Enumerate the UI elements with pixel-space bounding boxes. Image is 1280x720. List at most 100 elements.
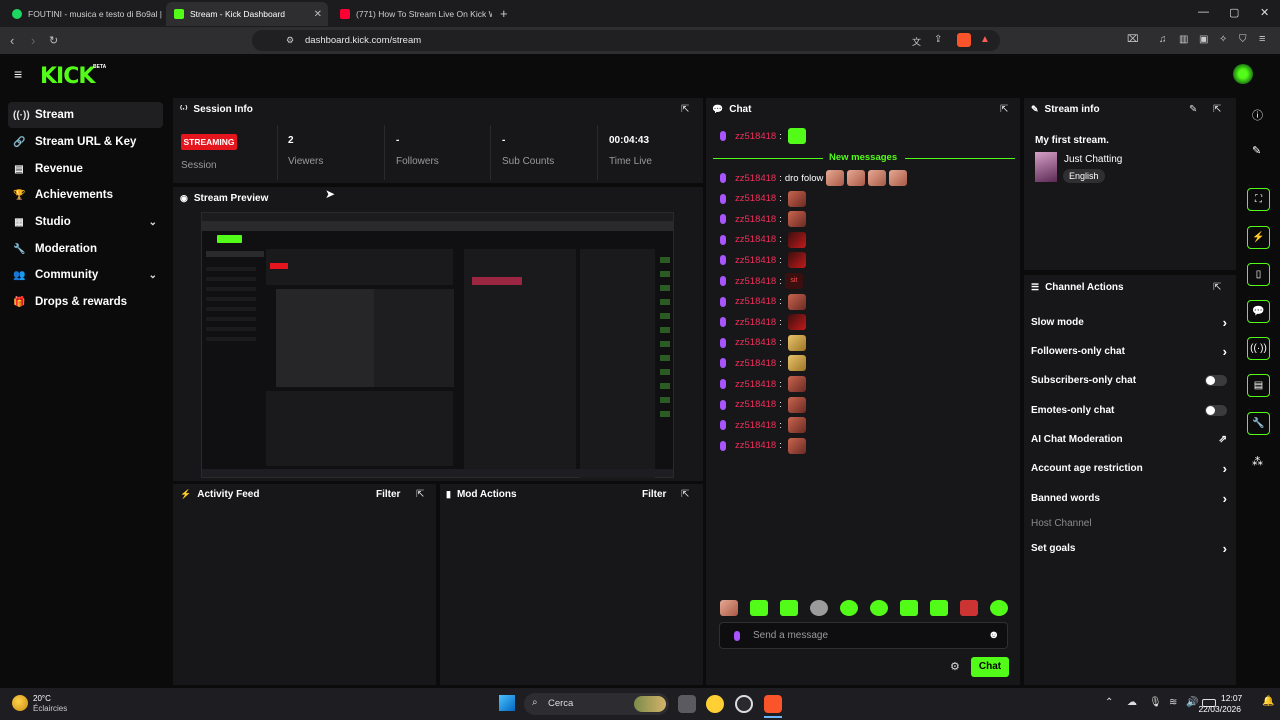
activity-filter-button[interactable]: Filter bbox=[376, 489, 400, 500]
chat-message[interactable]: zz518418: bbox=[720, 210, 806, 228]
screenshot-icon[interactable]: ⌧ bbox=[1127, 34, 1139, 45]
lightning-icon[interactable]: ⚡ bbox=[1247, 226, 1270, 249]
mic-icon[interactable]: 🎙 bbox=[1149, 697, 1162, 708]
ai-moderation-row[interactable]: AI Chat Moderation ⇗ bbox=[1031, 430, 1227, 448]
banned-words-row[interactable]: Banned words › bbox=[1031, 489, 1227, 507]
app-icon[interactable] bbox=[706, 695, 724, 713]
screen-capture-icon[interactable]: ⛶ bbox=[1247, 188, 1270, 211]
subscribers-only-toggle[interactable] bbox=[1205, 374, 1227, 386]
popout-icon[interactable]: ⇱ bbox=[1213, 104, 1221, 115]
sidebar-item-studio[interactable]: ▦ Studio ⌄ bbox=[8, 209, 163, 235]
user-avatar[interactable] bbox=[1233, 64, 1253, 84]
chat-message[interactable]: zz518418: bbox=[720, 127, 806, 145]
close-tab-icon[interactable]: ✕ bbox=[314, 9, 322, 20]
chat-message[interactable]: zz518418: bbox=[720, 313, 806, 331]
wallet-icon[interactable]: ▣ bbox=[1199, 34, 1208, 45]
chat-username[interactable]: zz518418 bbox=[735, 296, 776, 307]
chat-username[interactable]: zz518418 bbox=[735, 255, 776, 266]
info-icon[interactable]: ⓘ bbox=[1252, 107, 1263, 123]
weather-icon[interactable] bbox=[12, 695, 28, 711]
clock-time[interactable]: 12:07 bbox=[1221, 693, 1242, 703]
chat-username[interactable]: zz518418 bbox=[735, 234, 776, 245]
chat-message[interactable]: zz518418: bbox=[720, 437, 806, 455]
translate-icon[interactable]: 文 bbox=[912, 35, 921, 48]
mod-filter-button[interactable]: Filter bbox=[642, 489, 666, 500]
emoji-picker-icon[interactable]: ☻ bbox=[988, 629, 1000, 641]
wifi-icon[interactable]: ≋ bbox=[1169, 697, 1177, 708]
chat-message[interactable]: zz518418: bbox=[720, 354, 806, 372]
sidebar-item-drops-rewards[interactable]: 🎁 Drops & rewards bbox=[8, 289, 163, 315]
onedrive-icon[interactable]: ☁ bbox=[1127, 697, 1137, 708]
sidebar-item-stream-url-key[interactable]: 🔗 Stream URL & Key bbox=[8, 129, 163, 155]
brave-browser-icon[interactable] bbox=[764, 695, 782, 713]
chat-send-button[interactable]: Chat bbox=[971, 657, 1009, 677]
layout-icon[interactable]: ▤ bbox=[1247, 374, 1270, 397]
close-window-icon[interactable]: ✕ bbox=[1260, 6, 1269, 19]
slow-mode-row[interactable]: Slow mode › bbox=[1031, 313, 1227, 331]
account-age-row[interactable]: Account age restriction › bbox=[1031, 459, 1227, 477]
pencil-icon[interactable]: ✎ bbox=[1189, 104, 1197, 115]
popout-icon[interactable]: ⇱ bbox=[681, 489, 689, 500]
browser-tab-active[interactable]: Stream - Kick Dashboard ✕ bbox=[166, 2, 328, 26]
sidebar-item-moderation[interactable]: 🔧 Moderation bbox=[8, 236, 163, 262]
emote-icon[interactable] bbox=[990, 600, 1008, 616]
set-goals-row[interactable]: Set goals › bbox=[1031, 539, 1227, 557]
site-info-icon[interactable]: ⚙ bbox=[286, 35, 294, 46]
browser-tab[interactable]: (771) How To Stream Live On Kick W bbox=[332, 2, 492, 26]
chat-message[interactable]: zz518418: bbox=[720, 231, 806, 249]
chat-username[interactable]: zz518418 bbox=[735, 358, 776, 369]
chat-settings-icon[interactable]: ⚙ bbox=[950, 660, 960, 673]
chat-username[interactable]: zz518418 bbox=[735, 399, 776, 410]
subscribers-only-row[interactable]: Subscribers-only chat bbox=[1031, 371, 1227, 389]
chat-bubble-icon[interactable]: 💬 bbox=[1247, 300, 1270, 323]
chat-username[interactable]: zz518418 bbox=[735, 337, 776, 348]
weather-temp[interactable]: 20°C bbox=[33, 694, 51, 703]
chat-message[interactable]: zz518418: bbox=[720, 251, 806, 269]
emote-icon[interactable] bbox=[810, 600, 828, 616]
chat-username[interactable]: zz518418 bbox=[735, 420, 776, 431]
emote-icon[interactable] bbox=[900, 600, 918, 616]
volume-icon[interactable]: 🔊 bbox=[1186, 697, 1198, 708]
emote-icon[interactable] bbox=[780, 600, 798, 616]
sidebar-item-stream[interactable]: ((·)) Stream bbox=[8, 102, 163, 128]
vpn-icon[interactable]: ⛉ bbox=[1239, 34, 1247, 45]
notification-icon[interactable]: 🔔 bbox=[1262, 696, 1274, 707]
maximize-icon[interactable]: ▢ bbox=[1229, 6, 1239, 19]
edit-icon[interactable]: ✎ bbox=[1252, 144, 1261, 157]
chat-username[interactable]: zz518418 bbox=[735, 173, 776, 184]
sidebar-item-revenue[interactable]: ▤ Revenue bbox=[8, 156, 163, 182]
new-tab-icon[interactable]: + bbox=[500, 6, 508, 21]
popout-icon[interactable]: ⇱ bbox=[681, 104, 689, 115]
wrench-icon[interactable]: 🔧 bbox=[1247, 412, 1270, 435]
emotes-only-toggle[interactable] bbox=[1205, 404, 1227, 416]
sidebar-item-achievements[interactable]: 🏆 Achievements bbox=[8, 182, 163, 208]
share-icon[interactable]: ⇪ bbox=[934, 34, 942, 45]
chat-message[interactable]: zz518418: dro folow bbox=[720, 169, 908, 187]
leo-ai-icon[interactable]: ✧ bbox=[1219, 34, 1227, 45]
forward-icon[interactable]: › bbox=[31, 33, 35, 48]
followers-only-row[interactable]: Followers-only chat › bbox=[1031, 342, 1227, 360]
chat-message[interactable]: zz518418: bbox=[720, 293, 806, 311]
back-icon[interactable]: ‹ bbox=[10, 33, 14, 48]
popout-icon[interactable]: ⇱ bbox=[1213, 282, 1221, 293]
chat-input-box[interactable]: Send a message ☻ bbox=[719, 622, 1008, 649]
emote-icon[interactable] bbox=[960, 600, 978, 616]
chat-message[interactable]: zz518418: bbox=[720, 396, 806, 414]
chat-username[interactable]: zz518418 bbox=[735, 276, 776, 287]
emote-icon[interactable] bbox=[750, 600, 768, 616]
url-field[interactable]: dashboard.kick.com/stream bbox=[252, 30, 1000, 51]
document-icon[interactable]: ▯ bbox=[1247, 263, 1270, 286]
emote-icon[interactable] bbox=[840, 600, 858, 616]
chat-username[interactable]: zz518418 bbox=[735, 440, 776, 451]
chat-username[interactable]: zz518418 bbox=[735, 214, 776, 225]
chat-message[interactable]: zz518418: sit bbox=[720, 272, 803, 290]
emotes-only-row[interactable]: Emotes-only chat bbox=[1031, 401, 1227, 419]
chat-username[interactable]: zz518418 bbox=[735, 193, 776, 204]
app-icon[interactable] bbox=[735, 695, 753, 713]
browser-tab[interactable]: FOUTINI - musica e testo di Bo9al | S bbox=[4, 2, 162, 26]
chat-message[interactable]: zz518418: bbox=[720, 190, 806, 208]
popout-icon[interactable]: ⇱ bbox=[1000, 104, 1008, 115]
brave-shield-icon[interactable] bbox=[957, 33, 971, 47]
apps-icon[interactable]: ⁂ bbox=[1252, 455, 1263, 468]
chat-message[interactable]: zz518418: bbox=[720, 375, 806, 393]
